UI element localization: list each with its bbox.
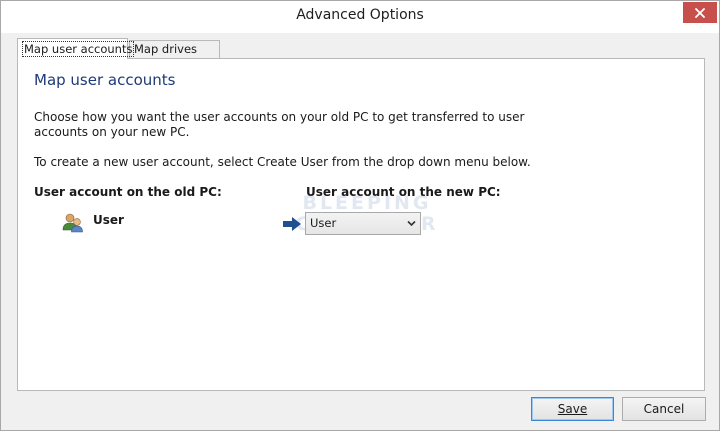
new-user-account-dropdown[interactable]: User — [305, 212, 421, 235]
advanced-options-window: Advanced Options Map user accounts Map d… — [0, 0, 720, 431]
tab-label: Map user accounts — [22, 41, 135, 57]
old-user-name: User — [93, 213, 124, 227]
tab-map-user-accounts[interactable]: Map user accounts — [17, 38, 135, 59]
old-pc-column-header: User account on the old PC: — [34, 185, 222, 199]
hint-text: To create a new user account, select Cre… — [34, 155, 531, 169]
save-button-label: Save — [557, 402, 588, 416]
tab-map-drives[interactable]: Map drives — [129, 40, 220, 58]
save-button[interactable]: Save — [531, 397, 614, 421]
cancel-button-label: Cancel — [643, 402, 685, 416]
window-title: Advanced Options — [296, 7, 424, 23]
tab-panel: Map user accounts Choose how you want th… — [17, 58, 705, 391]
users-icon — [62, 213, 83, 233]
close-icon — [695, 7, 705, 18]
arrow-right-icon — [283, 217, 301, 231]
panel-heading: Map user accounts — [34, 71, 176, 89]
chevron-down-icon — [407, 220, 416, 227]
title-bar[interactable]: Advanced Options — [1, 1, 719, 33]
cancel-button[interactable]: Cancel — [622, 397, 706, 421]
dropdown-selected-value: User — [310, 216, 337, 230]
tab-label: Map drives — [134, 42, 198, 56]
description-text: Choose how you want the user accounts on… — [34, 110, 525, 139]
close-button[interactable] — [683, 2, 717, 23]
watermark-line: BLEEPING — [302, 192, 432, 214]
